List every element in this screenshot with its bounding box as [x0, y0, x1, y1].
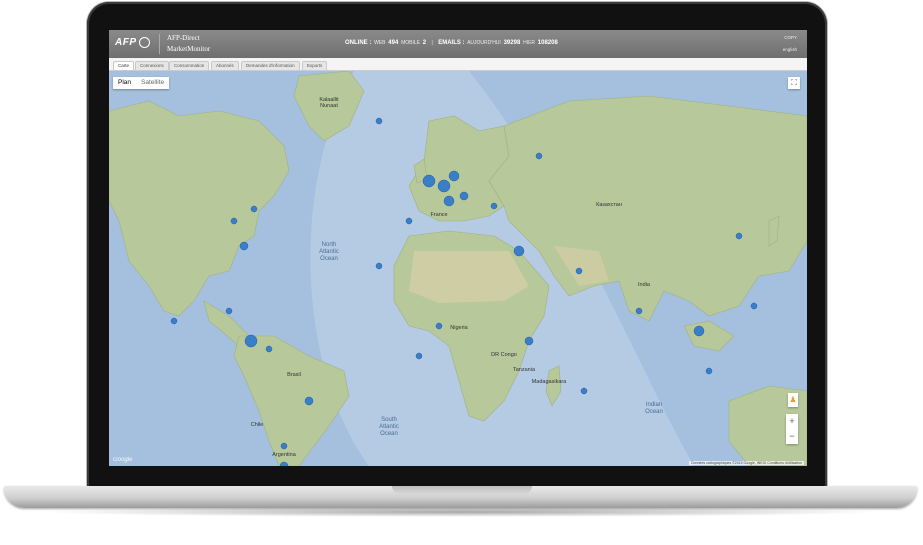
greenland-label: Kalaallit Nunaat	[319, 97, 339, 109]
app-subtitle: MarketMonitor	[167, 45, 211, 53]
header-divider	[159, 34, 160, 54]
header-stats: ONLINE : WEB 494 MOBILE 2 | EMAILS : AUJ…	[345, 40, 558, 46]
north-atlantic-label: North Atlantic Ocean	[319, 242, 339, 262]
argentina-label: Argentina	[272, 452, 296, 458]
map-type-control: Plan Satellite	[113, 77, 170, 89]
map-marker[interactable]	[244, 334, 258, 348]
yesterday-count: 108208	[537, 40, 558, 46]
tab-carte[interactable]: Carte	[113, 61, 135, 70]
map-marker[interactable]	[735, 232, 743, 240]
map-canvas: North Atlantic Ocean South Atlantic Ocean In…	[109, 71, 807, 466]
map-marker[interactable]	[422, 174, 436, 188]
map-type-plan[interactable]: Plan	[113, 77, 136, 89]
map-marker[interactable]	[635, 307, 643, 315]
zoom-control: + −	[786, 414, 798, 444]
map-marker[interactable]	[265, 345, 273, 353]
map-marker[interactable]	[750, 302, 758, 310]
tab-demandes-information[interactable]: Demandes d'information	[241, 61, 300, 70]
chile-label: Chile	[251, 422, 264, 428]
south-atlantic-label: South Atlantic Ocean	[379, 417, 399, 437]
world-map[interactable]: North Atlantic Ocean South Atlantic Ocean In…	[109, 71, 807, 466]
tab-connexions[interactable]: Connexions	[135, 61, 169, 70]
map-marker[interactable]	[375, 117, 383, 125]
map-marker[interactable]	[250, 205, 258, 213]
map-marker[interactable]	[448, 170, 460, 182]
map-marker[interactable]	[490, 202, 498, 210]
online-label: ONLINE :	[345, 40, 372, 46]
stats-separator: |	[431, 40, 433, 46]
sahara-shading	[409, 251, 529, 303]
fullscreen-icon[interactable]: ⛶	[788, 77, 800, 89]
mobile-label: MOBILE	[401, 40, 420, 46]
yesterday-label: HIER	[523, 40, 536, 46]
afp-logo[interactable]: AFP	[115, 37, 150, 48]
mobile-count: 2	[422, 40, 427, 46]
india-label: India	[638, 282, 651, 288]
map-marker[interactable]	[304, 396, 314, 406]
map-marker[interactable]	[225, 307, 233, 315]
web-count: 494	[388, 40, 399, 46]
dr-congo-label: DR Congo	[491, 352, 517, 358]
north-america-shape	[109, 100, 290, 317]
app-title: AFP-Direct	[167, 34, 200, 42]
map-marker[interactable]	[459, 191, 469, 201]
today-count: 39298	[503, 40, 521, 46]
southeast-asia-shape	[683, 320, 735, 352]
map-marker[interactable]	[443, 195, 455, 207]
copy-link[interactable]: COPY	[784, 35, 797, 40]
map-marker[interactable]	[170, 317, 178, 325]
map-marker[interactable]	[580, 387, 588, 395]
web-label: WEB	[374, 40, 386, 46]
laptop-shadow	[40, 507, 883, 517]
indian-ocean-label: Indian Ocean	[645, 402, 663, 415]
map-marker[interactable]	[535, 152, 543, 160]
app-header: AFP AFP-Direct MarketMonitor ONLINE : WE…	[109, 30, 807, 58]
tab-abonnes[interactable]: Abonnés	[211, 61, 239, 70]
madagascar-label: Madagasikara	[532, 379, 567, 385]
app-screen: AFP AFP-Direct MarketMonitor ONLINE : WE…	[109, 30, 807, 466]
map-marker[interactable]	[513, 245, 525, 257]
language-link[interactable]: english	[783, 47, 797, 52]
tab-exports[interactable]: Exports	[302, 61, 328, 70]
map-marker[interactable]	[375, 262, 383, 270]
tab-consommation[interactable]: Consommation	[169, 61, 210, 70]
nigeria-label: Nigeria	[450, 325, 468, 331]
brazil-label: Brasil	[287, 372, 301, 378]
map-marker[interactable]	[230, 217, 238, 225]
afp-logo-icon	[138, 37, 150, 48]
today-label: AUJOURD'HUI	[467, 40, 501, 46]
map-type-satellite[interactable]: Satellite	[136, 77, 169, 89]
laptop-notch	[392, 486, 532, 494]
map-marker[interactable]	[280, 442, 288, 450]
map-attribution[interactable]: Données cartographiques ©2015 Google, IN…	[689, 461, 804, 465]
google-logo[interactable]: Google	[113, 457, 132, 463]
kazakhstan-label: Казахстан	[596, 202, 622, 208]
street-view-pegman-icon[interactable]: ♟	[788, 393, 798, 407]
map-marker[interactable]	[705, 367, 713, 375]
map-marker[interactable]	[575, 267, 583, 275]
map-marker[interactable]	[239, 241, 249, 251]
emails-label: EMAILS :	[438, 40, 465, 46]
france-label: France	[430, 212, 447, 218]
tanzania-label: Tanzania	[513, 367, 536, 373]
map-marker[interactable]	[437, 179, 451, 193]
zoom-out-button[interactable]: −	[786, 429, 798, 444]
zoom-in-button[interactable]: +	[786, 414, 798, 429]
map-marker[interactable]	[415, 352, 423, 360]
tab-bar: Carte Connexions Consommation Abonnés De…	[109, 58, 807, 71]
map-marker[interactable]	[405, 217, 413, 225]
map-marker[interactable]	[524, 336, 534, 346]
logo-text: AFP	[115, 37, 137, 49]
map-marker[interactable]	[435, 322, 443, 330]
map-marker[interactable]	[693, 325, 705, 337]
